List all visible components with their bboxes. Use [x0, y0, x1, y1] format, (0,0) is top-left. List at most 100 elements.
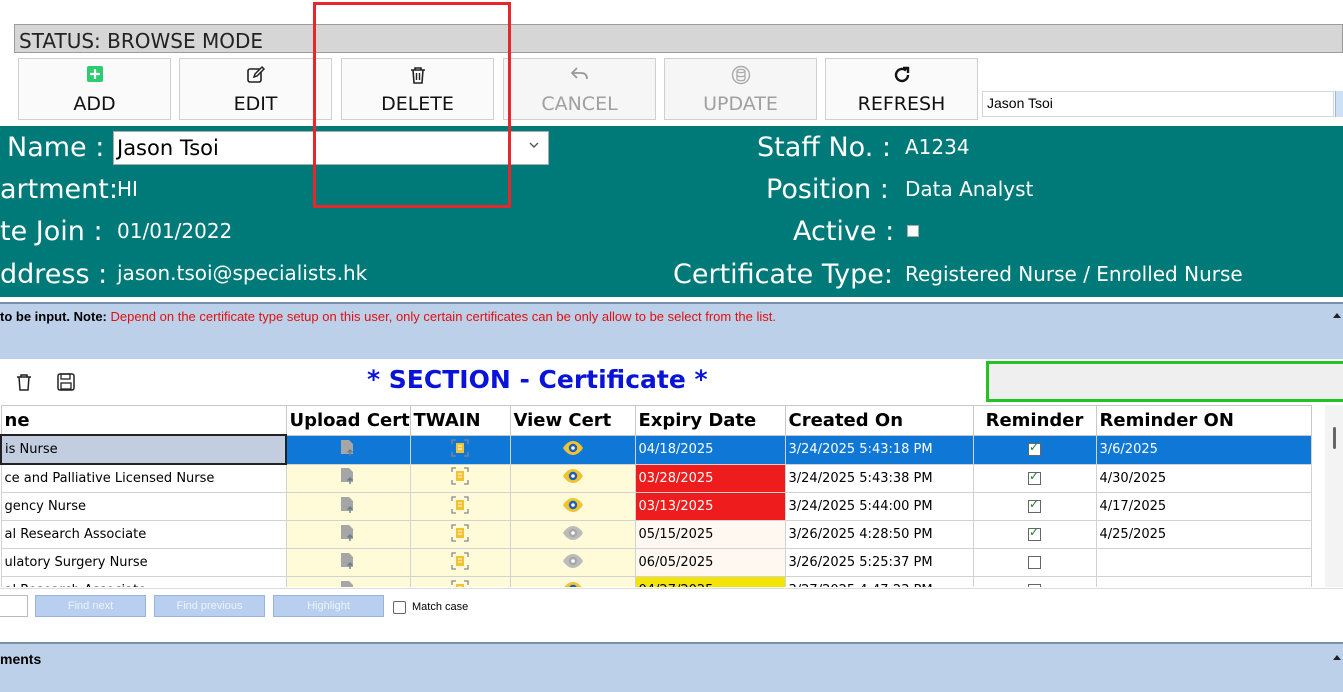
- eye-icon[interactable]: [562, 469, 584, 488]
- collapse-icon[interactable]: [1333, 312, 1341, 318]
- view-cert-cell[interactable]: [509, 492, 636, 521]
- upload-cert-cell[interactable]: [285, 548, 411, 577]
- upload-cert-cell[interactable]: [285, 520, 411, 549]
- update-button[interactable]: UPDATE: [664, 58, 817, 120]
- cert-name-cell[interactable]: ulatory Surgery Nurse: [0, 548, 287, 577]
- cancel-button[interactable]: CANCEL: [503, 58, 656, 120]
- active-label: Active :: [793, 216, 895, 247]
- twain-cell[interactable]: [409, 434, 511, 465]
- reminder-cell[interactable]: [972, 548, 1097, 577]
- table-row[interactable]: gency Nurse 03/13/2025 3/24/2025 5:44:00 P…: [0, 492, 1312, 521]
- search-dropdown-button[interactable]: [1335, 91, 1343, 117]
- upload-file-icon[interactable]: [339, 439, 357, 462]
- upload-file-icon[interactable]: [339, 468, 357, 490]
- reminder-on-cell[interactable]: [1095, 548, 1312, 577]
- collapse-icon[interactable]: [1333, 654, 1341, 660]
- reminder-checkbox[interactable]: [1028, 469, 1041, 485]
- search-field[interactable]: [982, 91, 1334, 117]
- find-input[interactable]: [0, 595, 28, 617]
- save-icon[interactable]: [57, 373, 75, 391]
- scan-document-icon[interactable]: [450, 551, 470, 575]
- reminder-on-cell[interactable]: 4/25/2025: [1095, 520, 1312, 549]
- twain-cell[interactable]: [409, 492, 511, 521]
- reminder-checkbox[interactable]: [1028, 584, 1041, 587]
- twain-cell[interactable]: [409, 520, 511, 549]
- view-cert-cell[interactable]: [509, 434, 636, 465]
- reminder-cell[interactable]: [972, 434, 1097, 465]
- twain-cell[interactable]: [409, 576, 511, 587]
- cert-name-cell[interactable]: gency Nurse: [0, 492, 287, 521]
- reminder-on-cell[interactable]: 4/30/2025: [1095, 463, 1312, 493]
- upload-cert-cell[interactable]: [285, 434, 411, 465]
- reminder-cell[interactable]: [972, 492, 1097, 521]
- eye-icon[interactable]: [562, 440, 584, 460]
- upload-file-icon[interactable]: [339, 552, 357, 575]
- view-cert-cell[interactable]: [509, 548, 636, 577]
- upload-file-icon[interactable]: [339, 524, 357, 547]
- highlight-button[interactable]: Highlight: [273, 595, 384, 617]
- match-case-checkbox[interactable]: [393, 601, 406, 614]
- scan-document-icon[interactable]: [450, 523, 470, 547]
- expiry-date-cell[interactable]: 04/18/2025: [634, 434, 786, 465]
- cert-name-cell[interactable]: is Nurse: [0, 434, 287, 465]
- upload-cert-cell[interactable]: [285, 463, 411, 493]
- table-row[interactable]: ulatory Surgery Nurse 06/05/2025 3/26/2025…: [0, 548, 1312, 577]
- created-on-cell: 3/26/2025 4:28:50 PM: [784, 520, 974, 549]
- upload-cert-cell[interactable]: [285, 492, 411, 521]
- refresh-button[interactable]: REFRESH: [825, 58, 978, 120]
- twain-cell[interactable]: [409, 548, 511, 577]
- search-input[interactable]: [983, 92, 1331, 114]
- expiry-date-cell[interactable]: 06/05/2025: [634, 548, 786, 577]
- reminder-checkbox[interactable]: [1028, 556, 1041, 569]
- col-upload-cert[interactable]: Upload Cert: [285, 405, 411, 436]
- col-reminder-on[interactable]: Reminder ON: [1095, 405, 1312, 436]
- reminder-cell[interactable]: [972, 520, 1097, 549]
- upload-cert-cell[interactable]: [285, 576, 411, 587]
- col-view-cert[interactable]: View Cert: [509, 405, 636, 436]
- reminder-on-cell[interactable]: [1095, 576, 1312, 587]
- upload-file-icon[interactable]: [339, 496, 357, 519]
- view-cert-cell[interactable]: [509, 576, 636, 587]
- table-row[interactable]: al Research Associate 04/27/20253/27/2025…: [0, 576, 1312, 587]
- expiry-date-cell[interactable]: 03/13/2025: [634, 492, 786, 521]
- edit-button[interactable]: EDIT: [179, 58, 332, 120]
- eye-icon[interactable]: [562, 553, 584, 573]
- scan-document-icon[interactable]: [450, 467, 470, 490]
- add-button[interactable]: ADD: [18, 58, 171, 120]
- table-row[interactable]: is Nurse 04/18/20253/24/2025 5:43:18 PM 3/…: [0, 434, 1312, 465]
- grid-scrollbar[interactable]: [1325, 405, 1343, 587]
- view-cert-cell[interactable]: [509, 520, 636, 549]
- find-previous-button[interactable]: Find previous: [154, 595, 265, 617]
- eye-icon[interactable]: [562, 497, 584, 517]
- reminder-checkbox[interactable]: [1028, 525, 1041, 541]
- reminder-on-cell[interactable]: 4/17/2025: [1095, 492, 1312, 521]
- twain-cell[interactable]: [409, 463, 511, 493]
- scan-document-icon[interactable]: [450, 495, 470, 519]
- reminder-on-cell[interactable]: 3/6/2025: [1095, 434, 1312, 465]
- col-reminder[interactable]: Reminder: [972, 405, 1097, 436]
- cert-name-cell[interactable]: al Research Associate: [0, 520, 287, 549]
- scan-document-icon[interactable]: [450, 438, 470, 462]
- col-name[interactable]: ne: [0, 405, 287, 436]
- expiry-date-cell[interactable]: 05/15/2025: [634, 520, 786, 549]
- find-next-button[interactable]: Find next: [35, 595, 146, 617]
- reminder-cell[interactable]: [972, 576, 1097, 587]
- reminder-checkbox[interactable]: [1028, 440, 1041, 456]
- trash-icon[interactable]: [16, 373, 32, 391]
- col-created-on[interactable]: Created On: [784, 405, 974, 436]
- view-cert-cell[interactable]: [509, 463, 636, 493]
- eye-icon[interactable]: [562, 525, 584, 545]
- expiry-date-cell[interactable]: 03/28/2025: [634, 463, 786, 493]
- table-row[interactable]: al Research Associate 05/15/2025 3/26/2025…: [0, 520, 1312, 549]
- expiry-date-cell[interactable]: 04/27/2025: [634, 576, 786, 587]
- col-twain[interactable]: TWAIN: [409, 405, 511, 436]
- cert-name-cell[interactable]: al Research Associate: [0, 576, 287, 587]
- table-row[interactable]: ce and Palliative Licensed Nurse 03/28/20…: [0, 463, 1312, 493]
- reminder-checkbox[interactable]: [1028, 497, 1041, 513]
- col-expiry-date[interactable]: Expiry Date: [634, 405, 786, 436]
- eye-icon[interactable]: [562, 581, 584, 587]
- active-checkbox[interactable]: [907, 225, 919, 237]
- cert-name-cell[interactable]: ce and Palliative Licensed Nurse: [0, 463, 287, 493]
- scrollbar-thumb[interactable]: [1333, 427, 1336, 449]
- reminder-cell[interactable]: [972, 463, 1097, 493]
